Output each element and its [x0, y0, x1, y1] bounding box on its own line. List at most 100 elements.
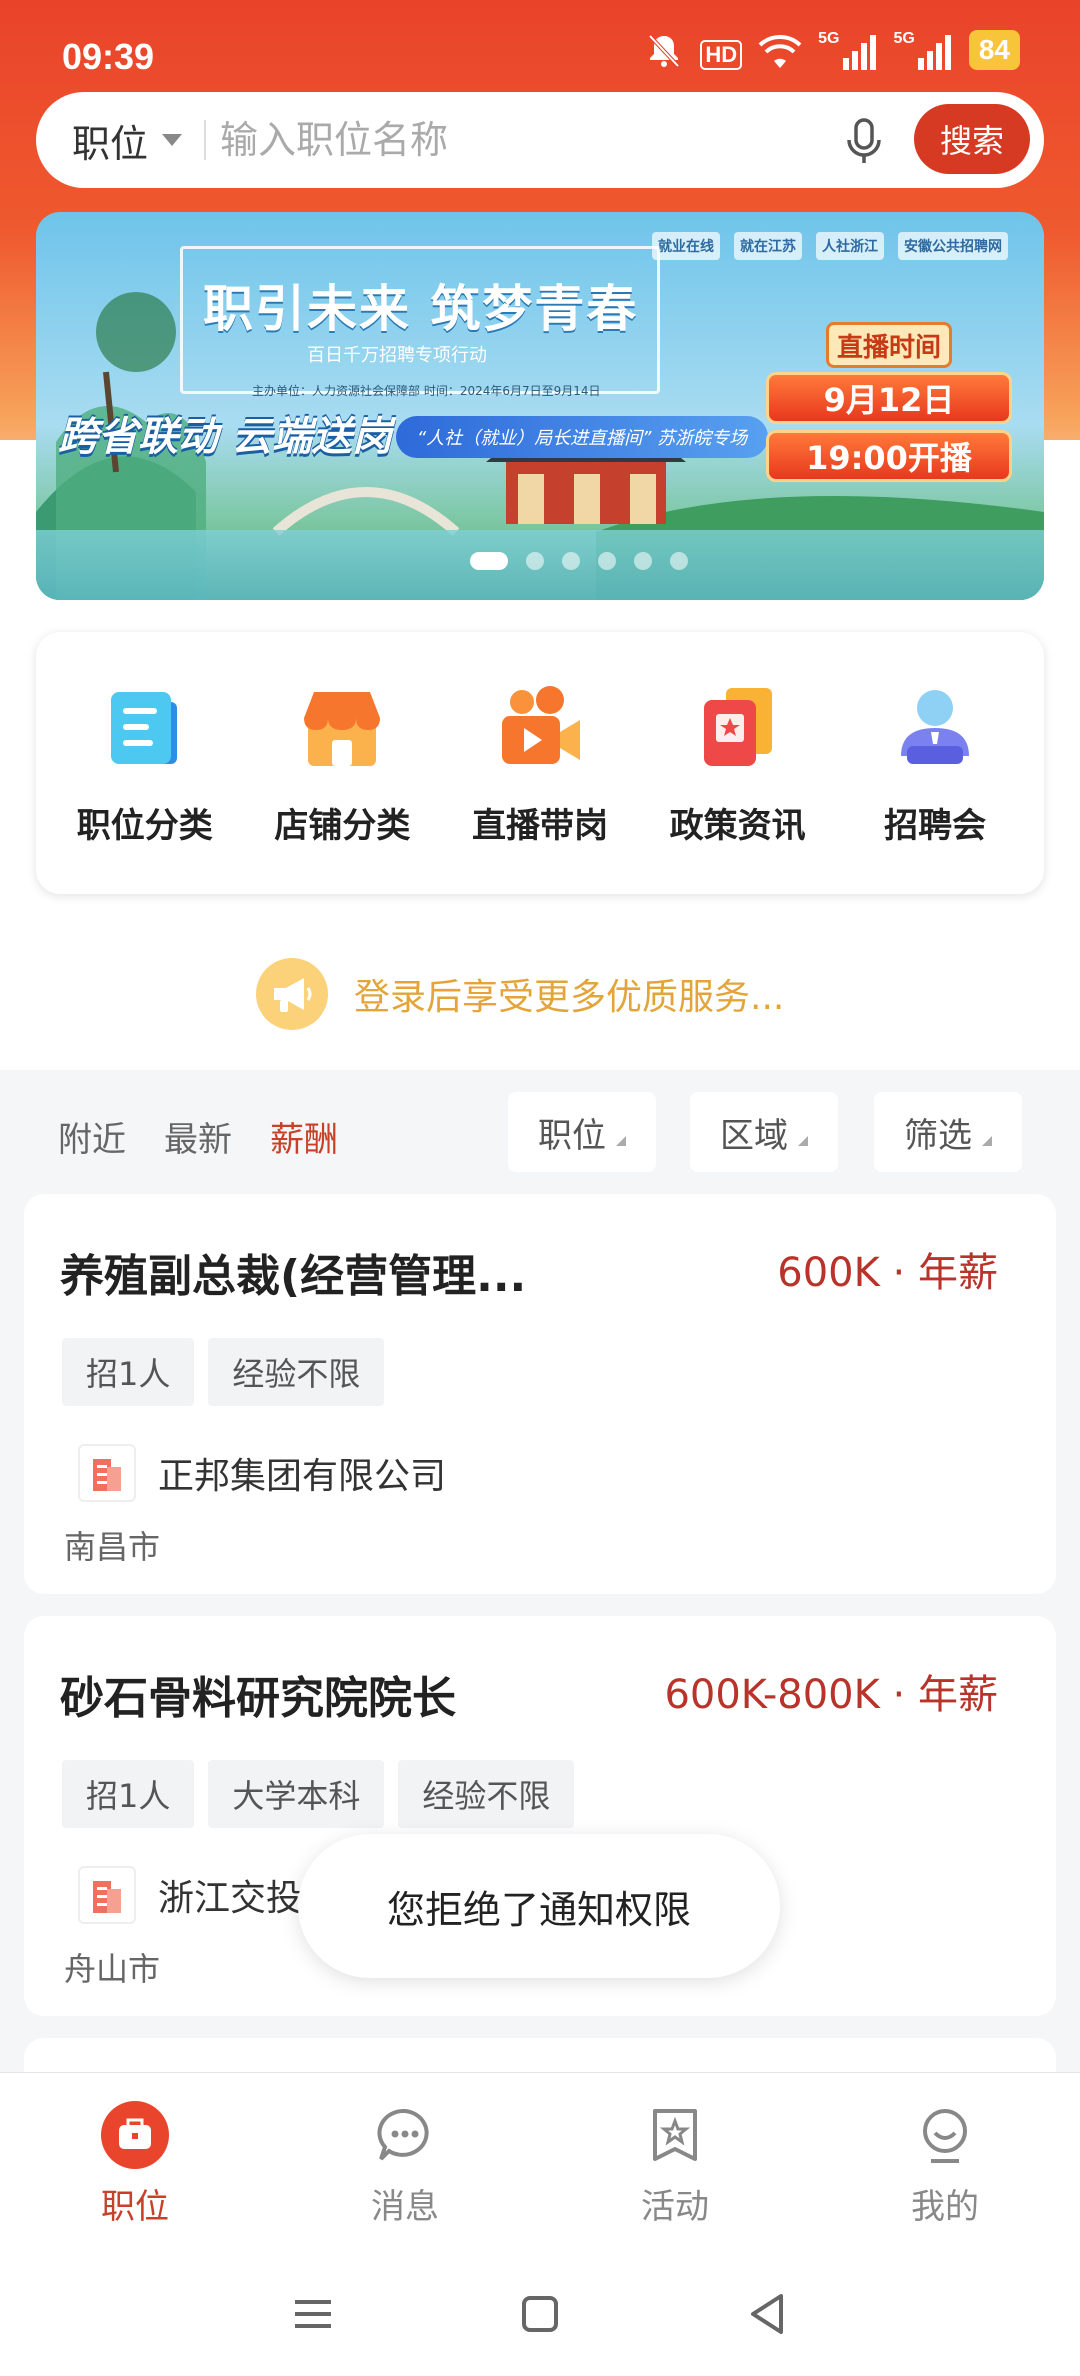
menu-icon[interactable]	[283, 2284, 343, 2344]
search-divider	[204, 120, 207, 160]
job-tag: 招1人	[62, 1760, 195, 1828]
job-tag: 招1人	[62, 1338, 195, 1406]
shop-icon	[294, 680, 390, 776]
job-salary: 600K · 年薪	[777, 1250, 998, 1296]
nav-label: 消息	[371, 2187, 439, 2227]
dropdown-corner-icon	[798, 1136, 808, 1146]
nav-profile[interactable]: 我的	[810, 2073, 1080, 2252]
sort-tab-nearby[interactable]: 附近	[58, 1112, 126, 1161]
menu-label: 政策资讯	[669, 805, 806, 846]
filter-label: 区域	[720, 1115, 788, 1156]
search-category-label: 职位	[72, 121, 149, 166]
banner-title-frame: 职引未来 筑梦青春 百日千万招聘专项行动	[180, 246, 660, 394]
building-icon	[78, 1444, 136, 1502]
search-category-select[interactable]: 职位	[72, 113, 183, 168]
filter-label: 筛选	[904, 1115, 972, 1156]
system-nav-bar	[0, 2252, 1080, 2376]
dropdown-corner-icon	[982, 1136, 992, 1146]
sort-tab-salary[interactable]: 薪酬	[270, 1112, 338, 1161]
dropdown-corner-icon	[616, 1136, 626, 1146]
microphone-icon[interactable]	[840, 116, 888, 166]
live-date: 9月12日	[766, 372, 1012, 424]
nav-label: 我的	[911, 2187, 979, 2227]
battery-indicator: 84	[968, 30, 1020, 70]
nav-label: 活动	[641, 2187, 709, 2227]
message-icon	[369, 2099, 441, 2171]
login-prompt[interactable]: 登录后享受更多优质服务...	[256, 958, 784, 1030]
menu-label: 直播带岗	[471, 805, 608, 846]
banner-slogan: 跨省联动 云端送岗	[58, 414, 392, 460]
job-city: 南昌市	[64, 1528, 161, 1566]
quick-menu: 职位分类 店铺分类 直播带岗 政策资讯 招聘会	[36, 632, 1044, 894]
company-name: 浙江交投	[158, 1878, 303, 1919]
nav-activities[interactable]: 活动	[540, 2073, 810, 2252]
job-city: 舟山市	[64, 1950, 161, 1988]
menu-label: 招聘会	[884, 805, 987, 846]
job-tag: 经验不限	[208, 1338, 385, 1406]
sort-tab-latest[interactable]: 最新	[164, 1112, 232, 1161]
pagination-dot[interactable]	[562, 552, 580, 570]
document-icon	[97, 680, 193, 776]
job-salary: 600K-800K · 年薪	[664, 1672, 998, 1718]
live-time-label: 直播时间	[826, 322, 952, 368]
mute-bell-icon	[644, 30, 684, 70]
job-title: 养殖副总裁(经营管理...	[60, 1251, 527, 1302]
nav-label: 职位	[101, 2187, 169, 2227]
banner-pill: “人社（就业）局长进直播间” 苏浙皖专场	[396, 416, 768, 458]
pagination-dot[interactable]	[634, 552, 652, 570]
banner-title: 职引未来 筑梦青春	[203, 280, 639, 338]
filter-position[interactable]: 职位	[508, 1092, 656, 1172]
job-tag: 经验不限	[398, 1760, 575, 1828]
banner-organizer: 主办单位：人力资源社会保障部 时间：2024年6月7日至9月14日	[252, 384, 601, 398]
status-icons: HD 5G 5G 84	[644, 30, 1020, 70]
profile-icon	[909, 2099, 981, 2171]
chevron-down-icon	[162, 134, 183, 146]
partner-logo: 就业在线	[652, 232, 720, 260]
banner-pagination	[470, 552, 688, 570]
back-icon[interactable]	[737, 2284, 797, 2344]
job-tag: 大学本科	[208, 1760, 385, 1828]
banner-subtitle: 百日千万招聘专项行动	[307, 345, 487, 366]
policy-icon	[690, 680, 786, 776]
menu-job-category[interactable]: 职位分类	[50, 680, 240, 847]
notification-toast: 您拒绝了通知权限	[298, 1834, 780, 1978]
video-camera-icon	[492, 680, 588, 776]
menu-shop-category[interactable]: 店铺分类	[247, 680, 437, 847]
company-row: 正邦集团有限公司	[78, 1444, 446, 1502]
filter-region[interactable]: 区域	[690, 1092, 838, 1172]
filter-bar: 附近 最新 薪酬 职位 区域 筛选	[0, 1070, 1080, 1200]
company-name: 正邦集团有限公司	[158, 1456, 447, 1497]
activity-icon	[639, 2099, 711, 2171]
job-title: 砂石骨料研究院院长	[60, 1673, 456, 1724]
pagination-dot[interactable]	[526, 552, 544, 570]
wifi-icon	[758, 30, 802, 70]
menu-policy-news[interactable]: 政策资讯	[643, 680, 833, 847]
partner-logo: 就在江苏	[734, 232, 802, 260]
partner-logo: 安徽公共招聘网	[898, 232, 1008, 260]
nav-jobs[interactable]: 职位	[0, 2073, 270, 2252]
recruiter-icon	[887, 680, 983, 776]
nav-messages[interactable]: 消息	[270, 2073, 540, 2252]
banner-logos: 就业在线 就在江苏 人社浙江 安徽公共招聘网	[652, 232, 1008, 260]
building-icon	[78, 1866, 136, 1924]
home-icon[interactable]	[510, 2284, 570, 2344]
signal-icon: 5G	[894, 30, 953, 70]
filter-more[interactable]: 筛选	[874, 1092, 1022, 1172]
hd-icon: HD	[700, 30, 743, 70]
job-tags: 招1人 经验不限	[62, 1338, 385, 1406]
menu-live-recruit[interactable]: 直播带岗	[445, 680, 635, 847]
search-button[interactable]: 搜索	[914, 104, 1030, 174]
pagination-dot[interactable]	[670, 552, 688, 570]
signal-icon: 5G	[818, 30, 877, 70]
status-time: 09:39	[62, 36, 155, 77]
promo-banner[interactable]: 就业在线 就在江苏 人社浙江 安徽公共招聘网 职引未来 筑梦青春 百日千万招聘专…	[36, 212, 1044, 600]
company-row: 浙江交投	[78, 1866, 302, 1924]
pagination-dot[interactable]	[470, 552, 508, 570]
login-prompt-text: 登录后享受更多优质服务...	[354, 977, 785, 1018]
job-card[interactable]: 养殖副总裁(经营管理... 600K · 年薪 招1人 经验不限 正邦集团有限公…	[24, 1194, 1056, 1594]
pagination-dot[interactable]	[598, 552, 616, 570]
search-input[interactable]	[220, 118, 821, 162]
menu-label: 店铺分类	[274, 805, 411, 846]
megaphone-icon	[256, 958, 328, 1030]
menu-job-fair[interactable]: 招聘会	[840, 680, 1030, 847]
